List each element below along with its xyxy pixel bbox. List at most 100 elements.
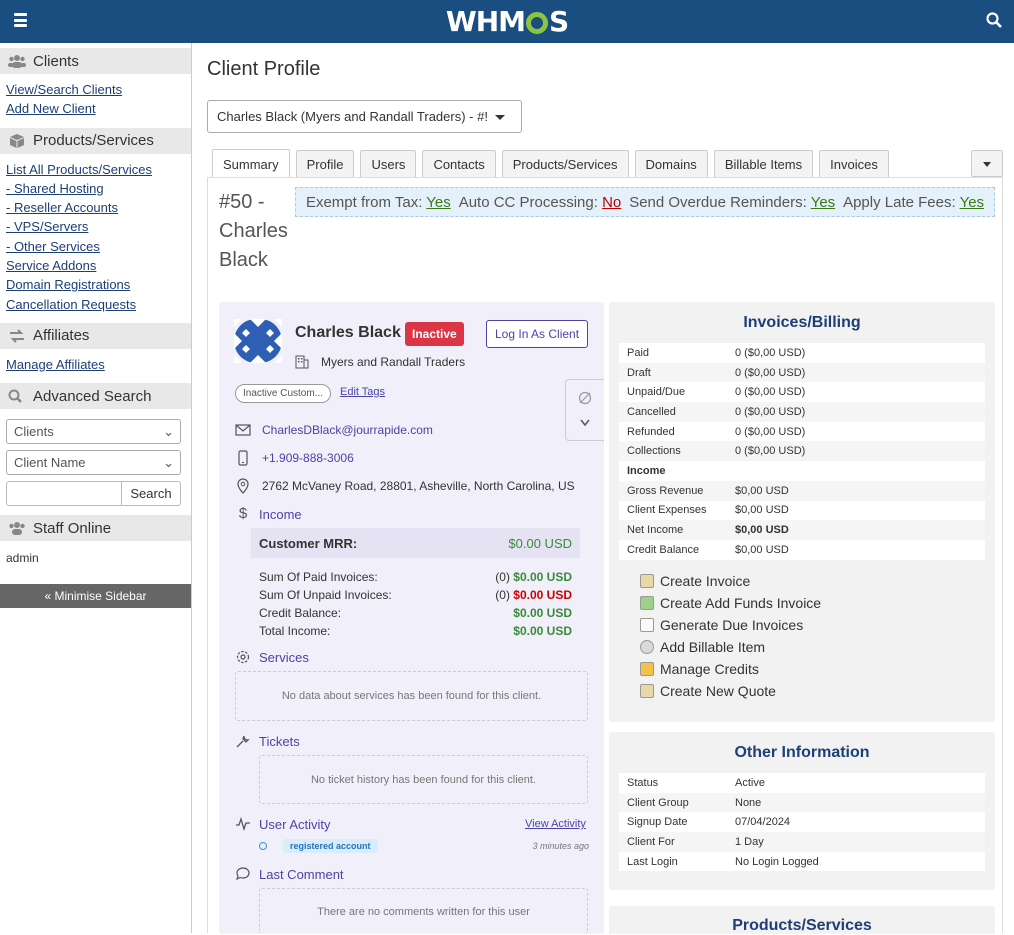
comments-empty-state: There are no comments written for this u… xyxy=(259,888,588,934)
create-new-quote-link[interactable]: Create New Quote xyxy=(640,680,995,702)
tab-profile[interactable]: Profile xyxy=(295,150,355,177)
client-profile-card: Charles Black Inactive Log In As Client … xyxy=(219,302,604,934)
tab-billable-items[interactable]: Billable Items xyxy=(713,150,814,177)
client-tag[interactable]: Inactive Custom... xyxy=(235,384,332,403)
create-add-funds-invoice-link[interactable]: Create Add Funds Invoice xyxy=(640,592,995,614)
main-content: Client Profile Charles Black (Myers and … xyxy=(192,43,1014,934)
toggle-auto-cc[interactable]: No xyxy=(602,194,621,211)
sidebar-link-reseller-accounts[interactable]: - Reseller Accounts xyxy=(6,198,185,217)
activity-icon xyxy=(236,816,250,832)
quote-icon xyxy=(640,683,654,698)
sidebar: Clients View/Search Clients Add New Clie… xyxy=(0,43,192,933)
affiliates-links: Manage Affiliates xyxy=(0,349,191,378)
profile-tabs: Summary Profile Users Contacts Products/… xyxy=(212,149,895,178)
sidebar-search-form: Search xyxy=(6,481,181,507)
top-navbar: WHM S xyxy=(0,0,1014,43)
contact-email: CharlesDBlack@jourrapide.com xyxy=(235,422,433,438)
income-row: Sum Of Unpaid Invoices: (0) $0.00 USD xyxy=(259,588,572,602)
comment-icon xyxy=(235,867,250,881)
login-as-client-button[interactable]: Log In As Client xyxy=(486,320,589,348)
chevron-down-icon: ⌄ xyxy=(163,454,174,470)
staff-online-user: admin xyxy=(6,551,39,566)
client-phone-link[interactable]: +1.909-888-3006 xyxy=(262,451,354,465)
activity-entry: registered account 3 minutes ago xyxy=(259,839,589,853)
table-row: Collections 0 ($0,00 USD) xyxy=(619,441,985,462)
table-row: Refunded 0 ($0,00 USD) xyxy=(627,425,806,438)
table-row: Unpaid/Due 0 ($0,00 USD) xyxy=(627,386,806,399)
client-email-link[interactable]: CharlesDBlack@jourrapide.com xyxy=(262,423,433,437)
gear-icon xyxy=(526,11,548,34)
sidebar-link-cancellation-requests[interactable]: Cancellation Requests xyxy=(6,295,185,314)
billing-stats-table: Paid 0 ($0,00 USD) Draft 0 ($0,00 USD) Unp… xyxy=(619,343,985,560)
sidebar-link-manage-affiliates[interactable]: Manage Affiliates xyxy=(6,355,185,374)
whmcs-logo[interactable]: WHM S xyxy=(446,5,569,38)
document-icon xyxy=(640,617,654,632)
client-name: Charles Black xyxy=(295,324,401,341)
wrench-icon xyxy=(236,735,250,748)
tab-summary[interactable]: Summary xyxy=(212,149,290,178)
table-row: Client For 1 Day xyxy=(619,832,985,852)
client-flags-bar: Exempt from Tax: Yes Auto CC Processing:… xyxy=(295,187,995,217)
sidebar-link-add-new-client[interactable]: Add New Client xyxy=(6,99,185,118)
toggle-late-fees[interactable]: Yes xyxy=(960,194,984,211)
minimise-sidebar-button[interactable]: « Minimise Sidebar xyxy=(0,584,191,609)
chevron-down-icon[interactable] xyxy=(580,419,590,427)
tab-invoices[interactable]: Invoices xyxy=(819,150,889,177)
other-info-title: Other Information xyxy=(734,744,870,761)
sidebar-heading-advanced-search: Advanced Search xyxy=(0,383,191,410)
customer-mrr: Customer MRR: $0.00 USD xyxy=(251,528,580,558)
toggle-tax-exempt[interactable]: Yes xyxy=(426,194,450,211)
tab-contacts[interactable]: Contacts xyxy=(422,150,496,177)
add-billable-item-link[interactable]: Add Billable Item xyxy=(640,636,995,658)
table-row: Signup Date 07/04/2024 xyxy=(627,816,791,829)
search-type-select[interactable]: Clients ⌄ xyxy=(6,419,181,445)
page-title: Client Profile xyxy=(207,58,321,80)
unlink-icon[interactable] xyxy=(578,391,592,405)
income-row: Credit Balance: $0.00 USD xyxy=(259,606,572,620)
services-section-title: Services xyxy=(235,649,309,665)
clients-links: View/Search Clients Add New Client xyxy=(0,74,191,123)
create-invoice-link[interactable]: Create Invoice xyxy=(640,570,995,592)
toggle-overdue-reminders[interactable]: Yes xyxy=(811,194,835,211)
avatar xyxy=(234,319,282,363)
sidebar-search-button[interactable]: Search xyxy=(122,481,181,507)
exchange-icon xyxy=(10,329,24,343)
view-activity-link[interactable]: View Activity xyxy=(525,818,586,830)
generate-due-invoices-link[interactable]: Generate Due Invoices xyxy=(640,614,995,636)
contact-phone: +1.909-888-3006 xyxy=(235,450,354,466)
other-information-panel: Other Information Status Active Client Gr… xyxy=(609,732,995,890)
edit-tags-link[interactable]: Edit Tags xyxy=(340,386,385,398)
tickets-empty-state: No ticket history has been found for thi… xyxy=(259,755,588,804)
sidebar-search-input[interactable] xyxy=(6,481,122,507)
card-side-toolbar xyxy=(565,379,604,441)
gear-icon xyxy=(236,650,250,664)
income-section-title: $ Income xyxy=(235,506,302,522)
tab-users[interactable]: Users xyxy=(360,150,417,177)
sidebar-link-view-search-clients[interactable]: View/Search Clients xyxy=(6,80,185,99)
contact-address: 2762 McVaney Road, 28801, Asheville, Nor… xyxy=(235,478,575,494)
building-icon xyxy=(295,355,309,369)
manage-credits-link[interactable]: Manage Credits xyxy=(640,658,995,680)
tab-domains[interactable]: Domains xyxy=(634,150,708,177)
table-row: Client Expenses $0,00 USD xyxy=(627,504,789,517)
tabs-more-dropdown[interactable] xyxy=(971,150,1003,177)
status-badge: Inactive xyxy=(405,322,464,346)
tab-products-services[interactable]: Products/Services xyxy=(501,150,629,177)
sidebar-link-service-addons[interactable]: Service Addons xyxy=(6,256,185,275)
sidebar-link-other-services[interactable]: - Other Services xyxy=(6,237,185,256)
search-icon[interactable] xyxy=(986,12,1002,28)
sidebar-link-vps-servers[interactable]: - VPS/Servers xyxy=(6,217,185,236)
sidebar-heading-affiliates: Affiliates xyxy=(0,322,191,349)
products-links: List All Products/Services - Shared Host… xyxy=(0,154,191,318)
client-select[interactable]: Charles Black (Myers and Randall Traders… xyxy=(207,100,522,133)
sidebar-link-all-products[interactable]: List All Products/Services xyxy=(6,160,185,179)
sidebar-link-domain-registrations[interactable]: Domain Registrations xyxy=(6,275,185,294)
sidebar-link-shared-hosting[interactable]: - Shared Hosting xyxy=(6,179,185,198)
income-row: Total Income: $0.00 USD xyxy=(259,624,572,638)
sidebar-heading-products: Products/Services xyxy=(0,127,191,154)
users-icon xyxy=(8,55,26,68)
menu-icon[interactable] xyxy=(14,13,27,27)
timeline-dot-icon xyxy=(259,842,267,850)
money-icon xyxy=(640,595,654,610)
search-field-select[interactable]: Client Name ⌄ xyxy=(6,450,181,476)
